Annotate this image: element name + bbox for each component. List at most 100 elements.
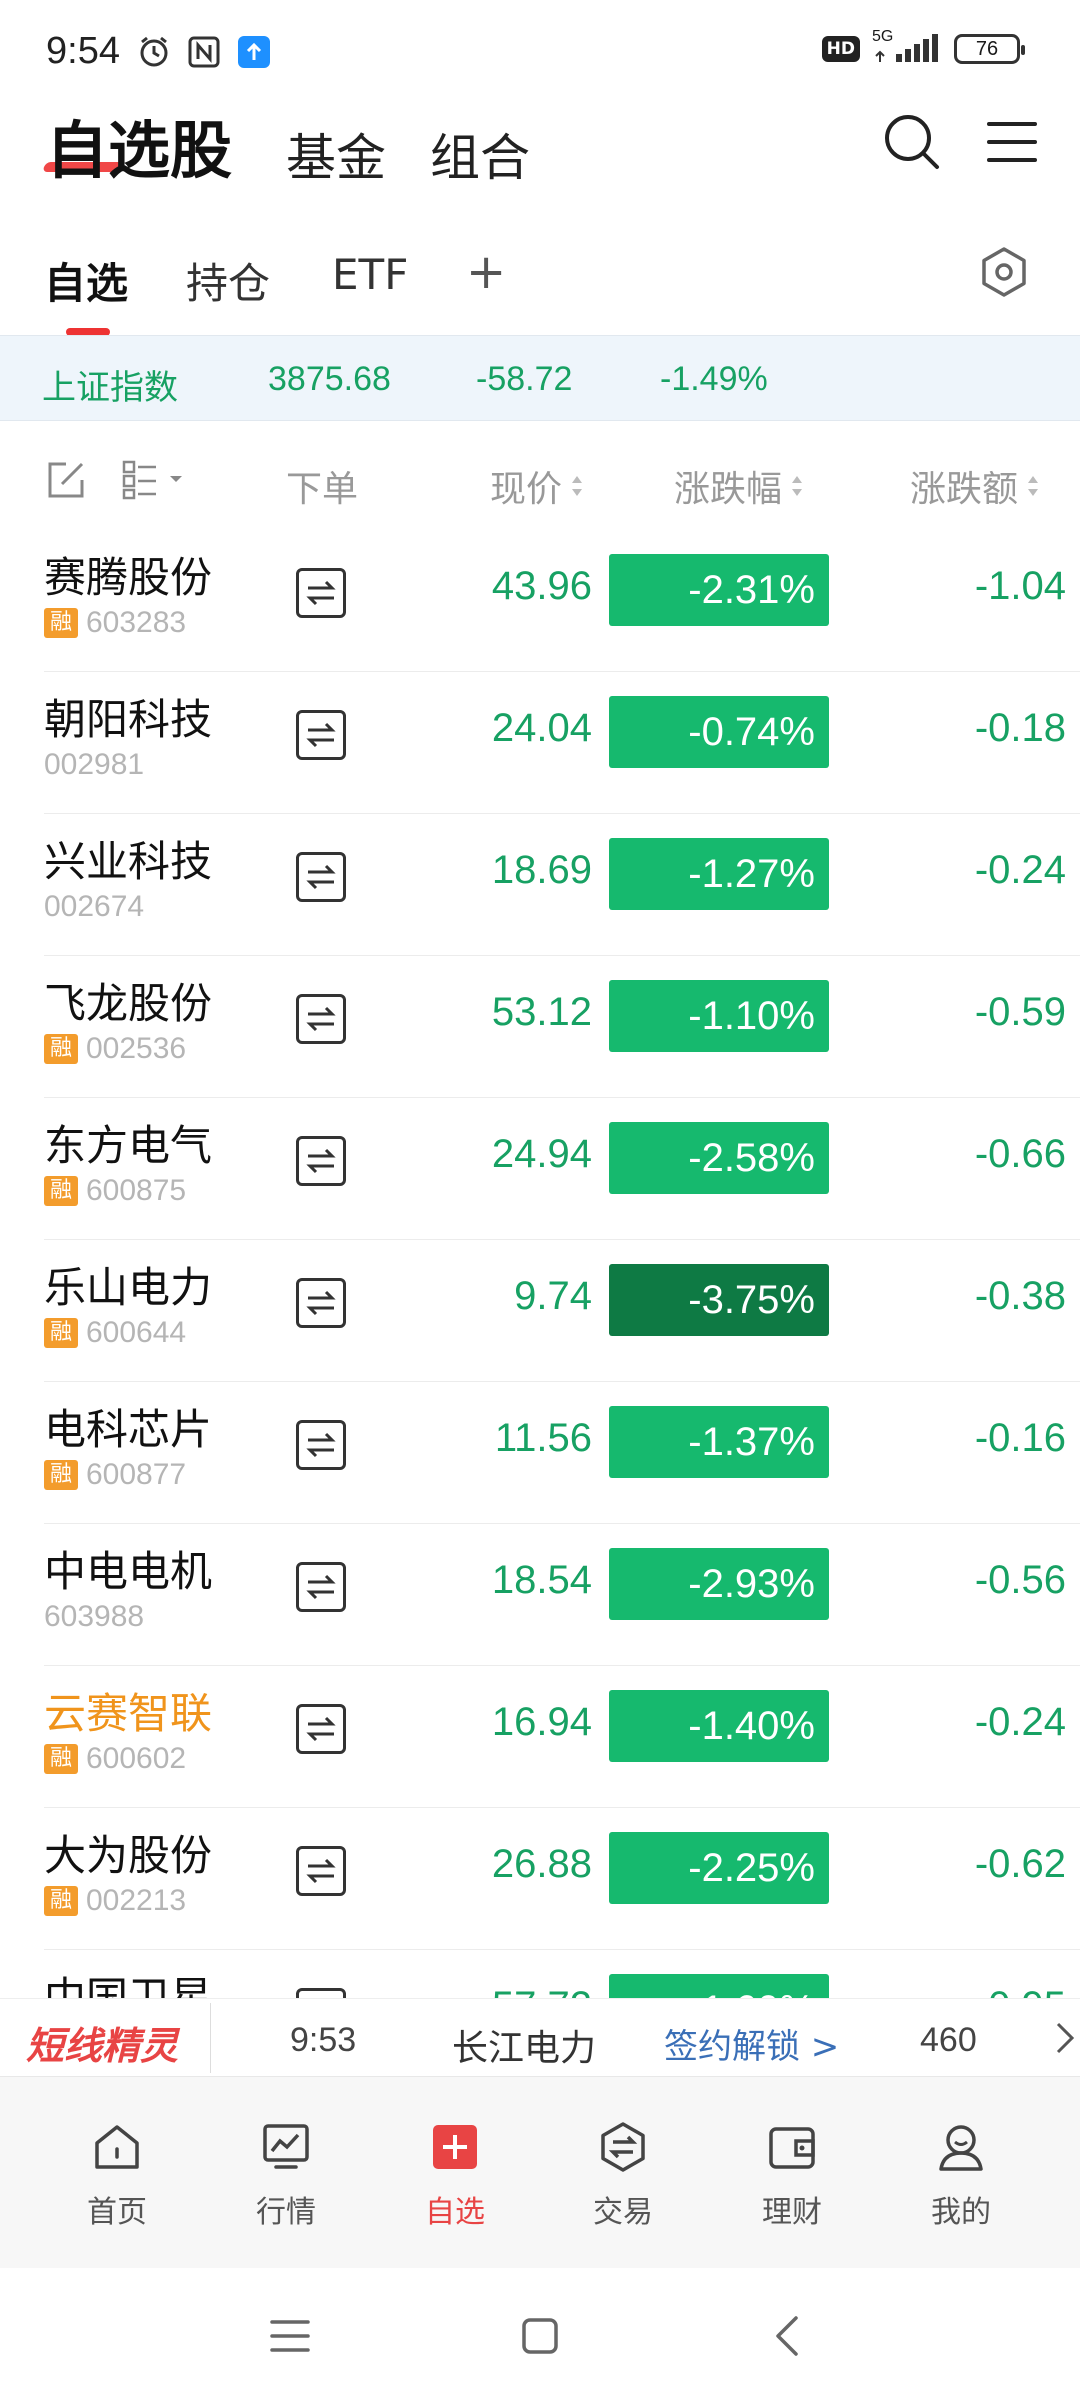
home-button-icon[interactable] [518, 2314, 562, 2358]
swap-icon [306, 722, 336, 748]
stock-row[interactable]: 中国卫星 57.72 -1.60% -0.95 [0, 1950, 1080, 1998]
stock-row[interactable]: 大为股份融 002213 26.88 -2.25% -0.62 [0, 1808, 1080, 1950]
col-change[interactable]: 涨跌额 [910, 460, 1040, 512]
alarm-icon [136, 34, 172, 70]
order-button[interactable] [296, 1562, 346, 1612]
margin-badge: 融 [44, 1460, 78, 1490]
stock-price: 18.69 [491, 848, 592, 892]
order-button[interactable] [296, 1136, 346, 1186]
stock-change: -0.24 [974, 1700, 1066, 1744]
status-bar: 9:54 HD 5G 76 [0, 0, 1080, 100]
nav-home[interactable]: 首页 [57, 2121, 177, 2241]
stock-row[interactable]: 电科芯片融 600877 11.56 -1.37% -0.16 [0, 1382, 1080, 1524]
stock-change: -1.04 [974, 564, 1066, 608]
layout-toggle-icon[interactable] [122, 460, 194, 500]
stock-price: 53.12 [491, 990, 592, 1034]
stock-row[interactable]: 东方电气融 600875 24.94 -2.58% -0.66 [0, 1098, 1080, 1240]
order-button[interactable] [296, 568, 346, 618]
nav-trade-label: 交易 [593, 2195, 653, 2230]
stock-code: 002674 [44, 890, 145, 923]
stock-price: 24.94 [491, 1132, 592, 1176]
column-headers: 下单 现价 涨跌幅 涨跌额 [0, 440, 1080, 530]
swap-icon [306, 1148, 336, 1174]
nav-watchlist[interactable]: 自选 [395, 2121, 515, 2241]
stock-row[interactable]: 朝阳科技 002981 24.04 -0.74% -0.18 [0, 672, 1080, 814]
stock-row[interactable]: 赛腾股份融 603283 43.96 -2.31% -1.04 [0, 530, 1080, 672]
order-button[interactable] [296, 852, 346, 902]
stock-code: 002213 [86, 1884, 187, 1917]
nav-wealth[interactable]: 理财 [732, 2121, 852, 2241]
nav-trade[interactable]: 交易 [563, 2121, 683, 2241]
stock-code: 600877 [86, 1458, 187, 1491]
tab-portfolio[interactable]: 组合 [430, 118, 530, 190]
index-bar[interactable]: 上证指数 3875.68 -58.72 -1.49% [0, 335, 1080, 421]
order-button[interactable] [296, 1704, 346, 1754]
stock-meta: 603988 [44, 1600, 144, 1634]
stock-price: 57.72 [492, 1984, 592, 1998]
ticker-brand: 短线精灵 [26, 2024, 179, 2068]
sub-tabs: 自选 持仓 ETF + [0, 240, 1080, 336]
recent-apps-icon[interactable] [268, 2314, 312, 2358]
stock-name: 飞龙股份 [44, 979, 213, 1028]
stock-row[interactable]: 中电电机 603988 18.54 -2.93% -0.56 [0, 1524, 1080, 1666]
edit-icon[interactable] [46, 460, 86, 500]
col-price[interactable]: 现价 [490, 460, 584, 512]
swap-icon [306, 580, 336, 606]
market-chart-icon [263, 2124, 309, 2169]
subtab-etf[interactable]: ETF [332, 250, 408, 299]
stock-price: 9.74 [514, 1274, 592, 1318]
ticker-unlock-link[interactable]: 签约解锁 > [664, 2019, 839, 2068]
nav-market[interactable]: 行情 [226, 2121, 346, 2241]
stock-change: -0.16 [974, 1416, 1066, 1460]
col-price-label: 现价 [490, 469, 563, 510]
swap-icon [306, 1574, 336, 1600]
ticker-divider [210, 2003, 211, 2073]
order-button[interactable] [296, 1988, 346, 1998]
upload-app-icon [236, 34, 272, 70]
stock-row[interactable]: 云赛智联融 600602 16.94 -1.40% -0.24 [0, 1666, 1080, 1808]
swap-icon [306, 1858, 336, 1884]
stock-change: -0.95 [975, 1984, 1066, 1998]
add-group-button[interactable]: + [466, 244, 506, 300]
order-button[interactable] [296, 1278, 346, 1328]
subtab-watchlist[interactable]: 自选 [44, 250, 128, 311]
stock-row[interactable]: 乐山电力融 600644 9.74 -3.75% -0.38 [0, 1240, 1080, 1382]
swap-icon [306, 864, 336, 890]
stock-meta: 融 600602 [44, 1742, 186, 1776]
stock-change: -0.18 [974, 706, 1066, 750]
order-button[interactable] [296, 1420, 346, 1470]
stock-price: 24.04 [491, 706, 592, 750]
order-button[interactable] [296, 1846, 346, 1896]
ticker-number: 460 [920, 2021, 977, 2059]
col-order: 下单 [286, 460, 358, 512]
subtab-holdings[interactable]: 持仓 [186, 250, 270, 311]
short-term-ticker[interactable]: 短线精灵 9:53 长江电力 签约解锁 > 460 [0, 1998, 1080, 2076]
stock-change: -0.24 [974, 848, 1066, 892]
stock-price: 11.56 [494, 1416, 592, 1460]
back-icon[interactable] [766, 2314, 810, 2358]
stock-name: 中国卫星 [44, 1973, 213, 1998]
swap-icon [306, 1006, 336, 1032]
col-pct[interactable]: 涨跌幅 [674, 460, 804, 512]
stock-change: -0.59 [974, 990, 1066, 1034]
stock-name: 赛腾股份 [44, 553, 213, 602]
menu-icon[interactable] [986, 118, 1038, 166]
chevron-right-icon[interactable] [1054, 2021, 1078, 2055]
network-type: 5G [872, 28, 894, 45]
tab-watchlist[interactable]: 自选股 [46, 100, 232, 190]
nav-me[interactable]: 我的 [901, 2121, 1021, 2241]
search-icon[interactable] [882, 112, 942, 172]
stock-name: 朝阳科技 [44, 695, 213, 744]
hd-badge: HD [821, 36, 860, 62]
order-button[interactable] [296, 710, 346, 760]
stock-name: 乐山电力 [44, 1263, 213, 1312]
stock-pct-badge: -1.27% [609, 838, 829, 910]
stock-pct-badge: -3.75% [609, 1264, 829, 1336]
settings-icon[interactable] [978, 246, 1030, 298]
stock-row[interactable]: 飞龙股份融 002536 53.12 -1.10% -0.59 [0, 956, 1080, 1098]
order-button[interactable] [296, 994, 346, 1044]
stock-row[interactable]: 兴业科技 002674 18.69 -1.27% -0.24 [0, 814, 1080, 956]
nav-watchlist-label: 自选 [425, 2195, 485, 2230]
tab-fund[interactable]: 基金 [286, 118, 386, 190]
swap-icon [306, 1432, 336, 1458]
